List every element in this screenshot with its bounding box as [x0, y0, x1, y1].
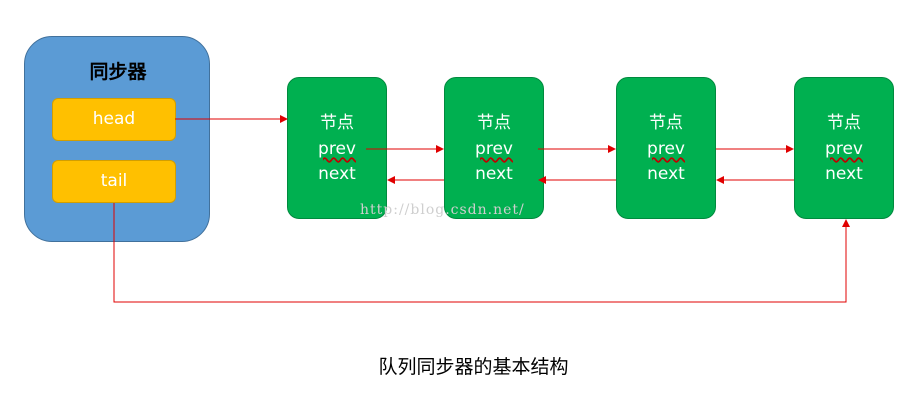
- diagram-caption: 队列同步器的基本结构: [378, 356, 569, 378]
- watermark: http://blog.csdn.net/: [360, 202, 525, 218]
- link-arrows: [113, 115, 850, 303]
